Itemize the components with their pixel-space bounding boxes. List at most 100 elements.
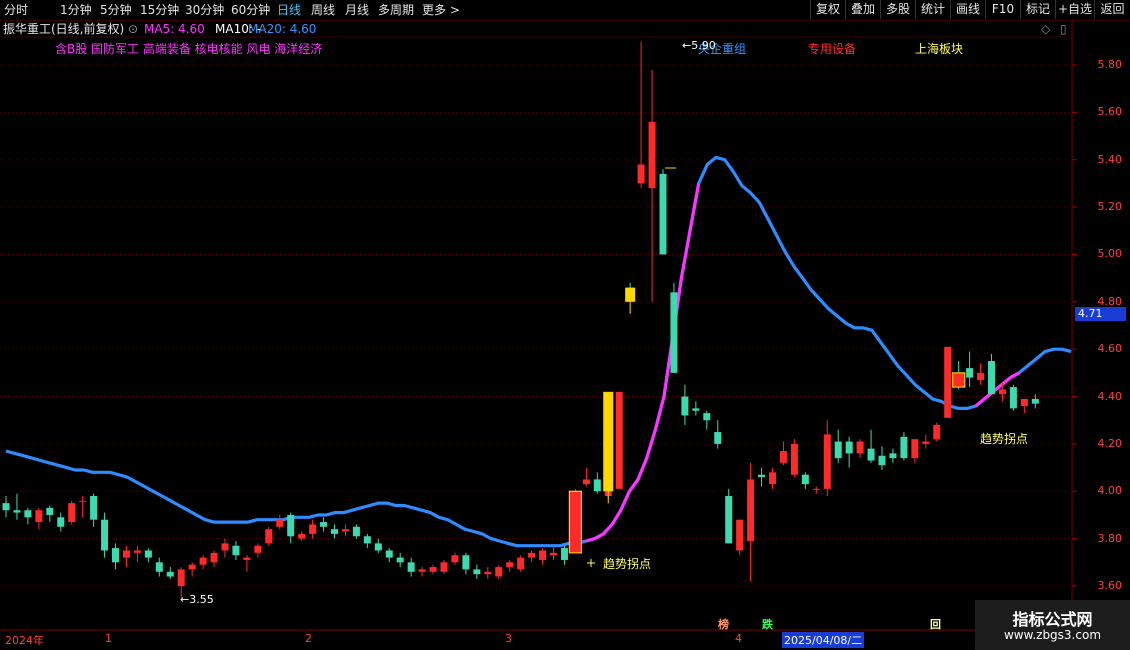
y-tick-label: 4.80: [1097, 294, 1123, 308]
candle-body: [801, 474, 809, 485]
candle-body: [199, 557, 207, 565]
candle-body: [484, 571, 492, 575]
event-marker-2[interactable]: 跌: [762, 616, 773, 632]
event-marker-3[interactable]: 回: [930, 616, 941, 632]
candle-body: [856, 441, 864, 454]
candle-body: [539, 550, 547, 560]
low-marker: ←3.55: [180, 593, 214, 606]
ma-layer: [5, 155, 1072, 548]
candle-layer: [2, 41, 1039, 598]
candle-body: [166, 571, 174, 577]
candle-body: [287, 514, 295, 537]
candle-body: [988, 361, 995, 395]
candle-body: [1020, 398, 1028, 407]
candle-body: [779, 451, 787, 463]
candle-body: [331, 529, 338, 534]
candle-body: [922, 441, 930, 444]
candle-body: [221, 543, 229, 551]
candle-body: [418, 569, 426, 572]
candle-body: [68, 503, 76, 523]
candle-body: [298, 533, 306, 539]
y-tick-label: 4.00: [1097, 484, 1123, 498]
candle-body: [57, 517, 65, 527]
watermark-badge: 指标公式网 www.zbgs3.com: [975, 600, 1130, 650]
date-label-year: 2024年: [5, 634, 44, 647]
date-cursor-label: 2025/04/08/二: [782, 632, 865, 648]
candle-body: [133, 550, 141, 553]
candle-body: [232, 545, 240, 556]
candle-body: [670, 292, 678, 373]
turn-point-label-1: 趋势拐点: [603, 557, 652, 571]
candle-body: [944, 346, 952, 418]
candle-body: [243, 557, 251, 560]
candle-body: [155, 562, 163, 572]
candle-body: [845, 441, 853, 454]
candle-body: [144, 550, 152, 558]
ma-accent-segment: [585, 183, 701, 543]
candle-body: [429, 567, 437, 572]
candle-body: [758, 474, 766, 478]
candle-body: [528, 552, 536, 558]
date-label-m3: 3: [505, 632, 512, 645]
candle-body: [254, 545, 262, 553]
candle-body: [451, 555, 459, 563]
y-tick-label: 5.60: [1097, 105, 1123, 119]
turn-point-label-2: 趋势拐点: [980, 432, 1029, 446]
candle-body: [725, 496, 733, 544]
y-tick-label: 5.80: [1097, 58, 1123, 71]
candle-body: [440, 562, 448, 572]
high-marker: ←5.90: [682, 39, 716, 52]
high-price-label: 5.90: [691, 39, 716, 52]
date-label-m4: 4: [735, 632, 742, 645]
candle-body: [188, 564, 196, 570]
candle-body: [320, 522, 328, 527]
candle-body: [24, 510, 32, 518]
y-tick-label: 3.60: [1097, 579, 1123, 592]
y-tick-label: 5.20: [1097, 200, 1123, 214]
candlestick-chart: [0, 20, 1130, 631]
candle-body: [703, 413, 711, 421]
candle-body: [396, 557, 404, 563]
candle-body: [933, 424, 941, 440]
date-label-m1: 1: [105, 632, 112, 645]
candle-body: [823, 434, 831, 489]
y-tick-label: 5.40: [1097, 152, 1123, 166]
trend-turn-candle: [568, 490, 583, 554]
ma-line: [5, 155, 1072, 548]
candle-body: [374, 543, 382, 551]
candle-body: [736, 519, 744, 551]
y-tick-label: 3.80: [1097, 531, 1123, 545]
signal-bar: [603, 391, 614, 492]
candle-body: [473, 569, 481, 575]
candle-body: [637, 164, 645, 184]
candle-body: [385, 550, 393, 558]
candle-body: [90, 496, 98, 520]
candle-body: [582, 479, 590, 485]
candle-body: [210, 552, 218, 563]
y-tick-label: 4.40: [1097, 389, 1123, 403]
event-marker-1[interactable]: 榜: [718, 616, 729, 632]
candle-body: [177, 569, 185, 586]
candle-body: [769, 472, 776, 485]
candle-body: [977, 372, 985, 380]
candle-body: [593, 479, 601, 492]
candle-body: [46, 507, 54, 515]
candle-body: [101, 519, 109, 551]
candle-body: [506, 562, 514, 568]
candle-body: [495, 567, 503, 577]
candle-body: [2, 503, 10, 511]
candle-body: [834, 441, 842, 459]
candle-body: [1009, 387, 1017, 409]
candle-body: [714, 432, 722, 444]
date-label-m2: 2: [305, 632, 312, 645]
watermark-title: 指标公式网: [1012, 610, 1093, 629]
candle-body: [517, 557, 525, 570]
candle-body: [1031, 398, 1039, 404]
trend-turn-candle: [952, 372, 966, 388]
candle-body: [812, 488, 820, 490]
candle-body: [122, 550, 130, 558]
candle-body: [998, 389, 1006, 395]
last-price-tag: 4.71: [1075, 307, 1126, 321]
signal-layer: [568, 167, 966, 567]
candle-body: [560, 548, 568, 560]
